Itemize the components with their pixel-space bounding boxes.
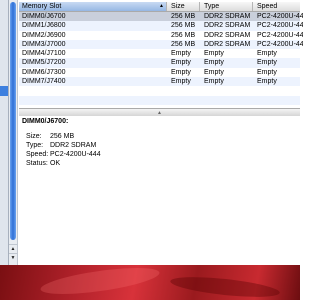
table-row-empty <box>19 86 300 95</box>
field-value: OK <box>50 160 61 167</box>
speed-cell: PC2-4200U-444 <box>257 40 303 48</box>
column-label: Type <box>204 3 220 10</box>
slot-cell: DIMM4/J7100 <box>22 50 66 58</box>
size-cell: 256 MB <box>171 13 196 20</box>
scroll-up-arrow-icon[interactable]: ▲ <box>9 244 17 253</box>
speed-cell: Empty <box>257 78 277 86</box>
slot-cell: DIMM5/J7200 <box>22 59 66 67</box>
wallpaper-swirl <box>39 262 161 300</box>
table-row[interactable]: DIMM5/J7200 Empty Empty Empty <box>19 58 300 68</box>
field-key: Type: <box>26 142 44 149</box>
speed-cell: Empty <box>257 50 277 58</box>
type-cell: Empty <box>204 59 224 67</box>
type-cell: DDR2 SDRAM <box>204 31 251 39</box>
type-cell: DDR2 SDRAM <box>204 40 251 48</box>
field-value: PC2-4200U-444 <box>50 151 101 158</box>
table-row[interactable]: DIMM2/J6900 256 MB DDR2 SDRAM PC2-4200U-… <box>19 31 303 40</box>
size-cell: Empty <box>171 59 191 67</box>
sidebar-selection[interactable] <box>0 86 8 96</box>
vertical-scrollbar[interactable]: ▲ ▼ <box>9 0 18 265</box>
column-header-memory-slot[interactable]: Memory Slot ▲ <box>19 2 167 11</box>
main-pane: Memory Slot ▲ Size Type Speed DIMM0/J670… <box>19 0 303 268</box>
detail-field-type: Type: DDR2 SDRAM <box>26 141 96 150</box>
table-row[interactable]: DIMM6/J7300 Empty Empty Empty <box>19 68 300 77</box>
table-header: Memory Slot ▲ Size Type Speed <box>19 2 300 12</box>
detail-title: DIMM0/J6700: <box>22 118 69 125</box>
type-cell: DDR2 SDRAM <box>204 22 251 30</box>
sidebar-strip <box>0 0 9 265</box>
table-row[interactable]: DIMM0/J6700 256 MB DDR2 SDRAM PC2-4200U-… <box>19 12 303 22</box>
slot-cell: DIMM6/J7300 <box>22 68 66 76</box>
column-header-size[interactable]: Size <box>168 2 200 11</box>
field-key: Speed: <box>26 151 49 158</box>
type-cell: DDR2 SDRAM <box>204 13 251 20</box>
slot-cell: DIMM3/J7000 <box>22 40 66 48</box>
speed-cell: PC2-4200U-444 <box>257 13 303 20</box>
detail-field-status: Status: OK <box>26 159 60 168</box>
table-row[interactable]: DIMM3/J7000 256 MB DDR2 SDRAM PC2-4200U-… <box>19 39 303 50</box>
size-cell: 256 MB <box>171 40 196 48</box>
speed-cell: Empty <box>257 59 277 67</box>
slot-cell: DIMM0/J6700 <box>22 13 66 20</box>
column-label: Memory Slot <box>22 3 62 10</box>
scroll-down-arrow-icon[interactable]: ▼ <box>9 253 17 262</box>
detail-pane: DIMM0/J6700: Size: 256 MB Type: DDR2 SDRAM… <box>19 116 300 268</box>
field-value: 256 MB <box>50 133 75 140</box>
table-row-empty <box>19 95 300 105</box>
size-cell: Empty <box>171 50 191 58</box>
speed-cell: Empty <box>257 68 277 76</box>
wallpaper-swirl <box>169 273 281 301</box>
table-row[interactable]: DIMM4/J7100 Empty Empty Empty <box>19 49 300 58</box>
size-cell: 256 MB <box>171 31 196 39</box>
column-header-speed[interactable]: Speed <box>254 2 300 11</box>
type-cell: Empty <box>204 50 224 58</box>
table-row[interactable]: DIMM7/J7400 Empty Empty Empty <box>19 77 300 87</box>
detail-field-size: Size: 256 MB <box>26 132 74 141</box>
slot-cell: DIMM2/J6900 <box>22 31 66 39</box>
speed-cell: PC2-4200U-444 <box>257 22 303 30</box>
slot-cell: DIMM7/J7400 <box>22 78 66 86</box>
size-cell: Empty <box>171 78 191 86</box>
field-key: Size: <box>26 133 42 140</box>
column-label: Speed <box>257 3 278 10</box>
column-header-type[interactable]: Type <box>201 2 253 11</box>
slot-cell: DIMM1/J6800 <box>22 22 66 30</box>
memory-table: DIMM0/J6700 256 MB DDR2 SDRAM PC2-4200U-… <box>19 12 303 105</box>
column-label: Size <box>171 3 185 10</box>
size-cell: Empty <box>171 68 191 76</box>
size-cell: 256 MB <box>171 22 196 30</box>
sort-ascending-icon: ▲ <box>159 3 164 9</box>
type-cell: Empty <box>204 68 224 76</box>
field-value: DDR2 SDRAM <box>50 142 97 149</box>
detail-field-speed: Speed: PC2-4200U-444 <box>26 150 101 159</box>
table-row[interactable]: DIMM1/J6800 256 MB DDR2 SDRAM PC2-4200U-… <box>19 21 303 31</box>
desktop-wallpaper <box>0 262 300 301</box>
type-cell: Empty <box>204 78 224 86</box>
scrollbar-thumb[interactable] <box>10 2 16 240</box>
field-key: Status: <box>26 160 48 167</box>
speed-cell: PC2-4200U-444 <box>257 31 303 39</box>
